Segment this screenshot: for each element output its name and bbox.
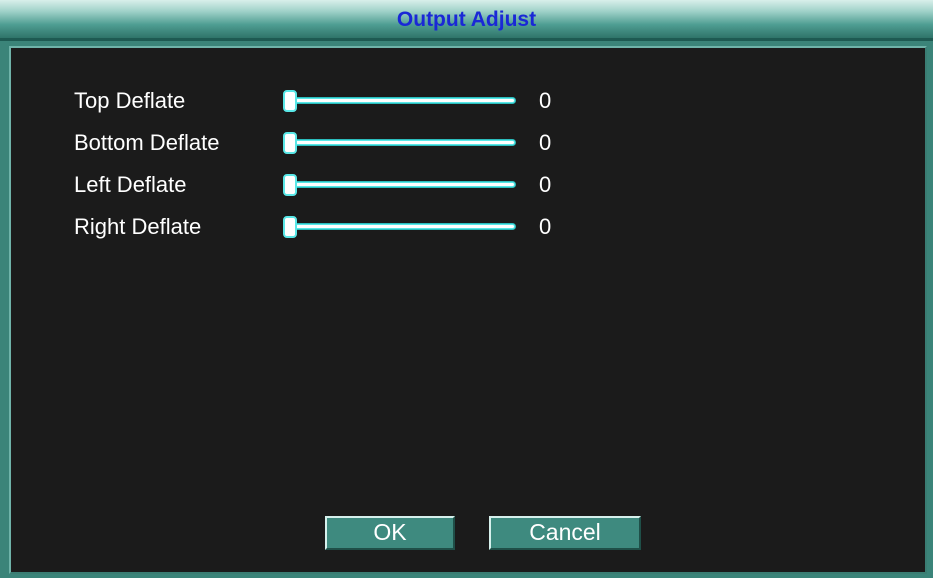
setting-value: 0 <box>539 172 552 197</box>
slider-thumb[interactable] <box>283 174 297 196</box>
cancel-button[interactable]: Cancel <box>489 516 641 550</box>
slider-track[interactable] <box>287 140 515 145</box>
left-deflate-slider[interactable] <box>283 174 515 196</box>
ok-button[interactable]: OK <box>325 516 455 550</box>
setting-value: 0 <box>539 88 552 113</box>
slider-track[interactable] <box>287 98 515 103</box>
title-bar: Output Adjust <box>0 0 933 38</box>
slider-thumb[interactable] <box>283 132 297 154</box>
slider-track[interactable] <box>287 224 515 229</box>
setting-label: Left Deflate <box>74 172 187 197</box>
setting-row-left-deflate: Left Deflate 0 <box>11 170 925 210</box>
slider-thumb[interactable] <box>283 90 297 112</box>
top-deflate-slider[interactable] <box>283 90 515 112</box>
setting-row-bottom-deflate: Bottom Deflate 0 <box>11 128 925 168</box>
slider-thumb[interactable] <box>283 216 297 238</box>
setting-value: 0 <box>539 130 552 155</box>
setting-label: Right Deflate <box>74 214 202 239</box>
setting-label: Bottom Deflate <box>74 130 220 155</box>
setting-value: 0 <box>539 214 552 239</box>
output-adjust-dialog: Output Adjust Top Deflate 0 Bottom Defla… <box>0 0 933 578</box>
right-deflate-slider[interactable] <box>283 216 515 238</box>
slider-track[interactable] <box>287 182 515 187</box>
settings-panel: Top Deflate 0 Bottom Deflate 0 Left Defl… <box>9 46 927 574</box>
bottom-deflate-slider[interactable] <box>283 132 515 154</box>
setting-row-top-deflate: Top Deflate 0 <box>11 86 925 126</box>
title-separator <box>0 38 933 41</box>
dialog-title: Output Adjust <box>396 8 537 31</box>
setting-row-right-deflate: Right Deflate 0 <box>11 212 925 252</box>
setting-label: Top Deflate <box>74 88 186 113</box>
